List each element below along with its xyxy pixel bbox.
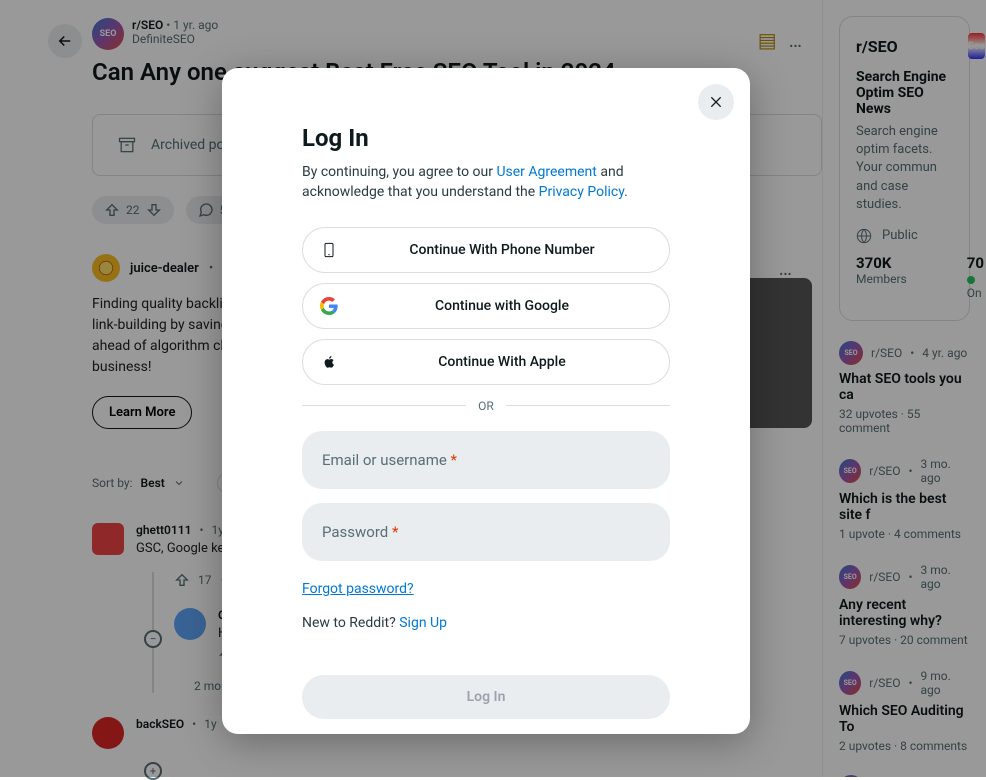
continue-phone-button[interactable]: Continue With Phone Number [302,227,670,273]
close-icon [708,94,724,110]
phone-icon [319,240,339,260]
login-submit-button[interactable]: Log In [302,675,670,719]
password-field[interactable]: Password * [302,503,670,561]
continue-apple-button[interactable]: Continue With Apple [302,339,670,385]
apple-icon [319,352,339,372]
or-divider: OR [302,399,670,413]
continue-google-button[interactable]: Continue with Google [302,283,670,329]
modal-consent-text: By continuing, you agree to our User Agr… [302,162,670,203]
email-field[interactable]: Email or username * [302,431,670,489]
google-icon [319,296,339,316]
close-button[interactable] [698,84,734,120]
signup-prompt: New to Reddit? Sign Up [302,615,670,631]
login-modal: Log In By continuing, you agree to our U… [222,68,750,734]
user-agreement-link[interactable]: User Agreement [496,164,596,180]
forgot-password-link[interactable]: Forgot password? [302,581,414,597]
privacy-policy-link[interactable]: Privacy Policy [539,184,624,200]
modal-heading: Log In [302,124,670,152]
signup-link[interactable]: Sign Up [399,615,447,631]
